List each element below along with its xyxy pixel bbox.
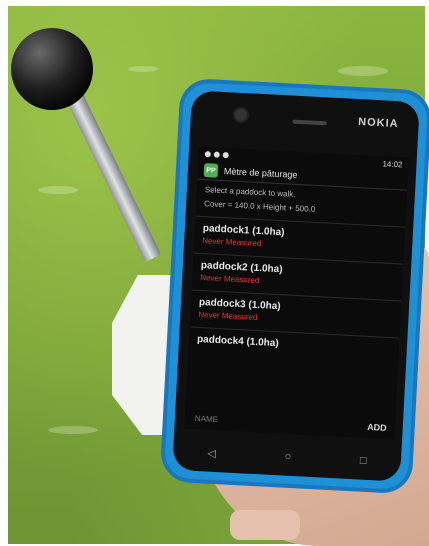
phone-brand: NOKIA: [357, 116, 399, 131]
thumb: [230, 510, 300, 540]
add-button[interactable]: ADD: [367, 422, 387, 433]
status-time: 14:02: [382, 158, 403, 169]
notification-icon: [213, 151, 220, 158]
paddock-title: paddock4 (1.0ha): [196, 333, 279, 350]
app-title: Mètre de pâturage: [223, 166, 298, 180]
grass-highlight: [338, 66, 388, 76]
home-icon[interactable]: ○: [284, 451, 291, 464]
android-nav-bar: ◁ ○ □: [173, 445, 401, 470]
back-icon[interactable]: ◁: [207, 447, 216, 460]
recents-icon[interactable]: □: [360, 455, 367, 468]
app-badge: PP: [203, 163, 219, 178]
notification-icon: [204, 151, 211, 158]
grass-highlight: [128, 66, 158, 72]
pasture-meter-handle: [11, 28, 93, 110]
phone: NOKIA 14:02 PP Mètre de pâturage Select …: [159, 77, 429, 495]
app-screen: 14:02 PP Mètre de pâturage Select a padd…: [184, 146, 409, 440]
phone-face: NOKIA 14:02 PP Mètre de pâturage Select …: [172, 90, 420, 482]
paddock-name-input[interactable]: [192, 412, 318, 430]
notification-icons: [204, 151, 229, 159]
notification-icon: [222, 151, 229, 159]
earpiece: [292, 119, 327, 126]
paddock-list: paddock1 (1.0ha) Never Measured paddock2…: [188, 215, 406, 366]
add-paddock-bar: ADD: [184, 406, 396, 440]
grass-highlight: [48, 426, 98, 434]
front-camera: [234, 108, 248, 122]
grass-highlight: [38, 186, 78, 194]
